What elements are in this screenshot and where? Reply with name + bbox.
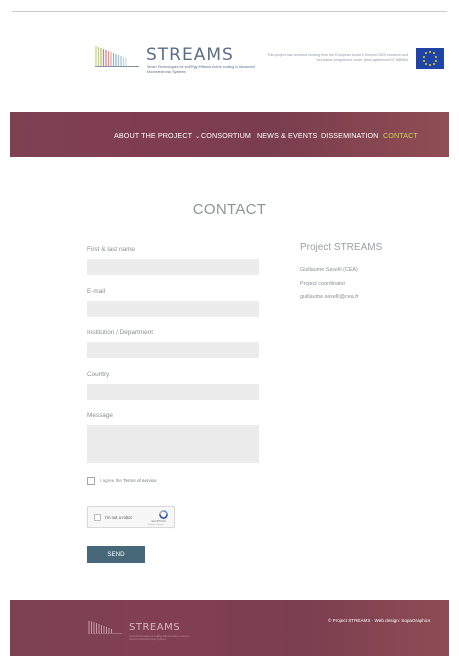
institution-field[interactable] — [87, 342, 259, 358]
recaptcha-icon — [159, 510, 168, 519]
eu-flag-icon — [416, 48, 444, 69]
logo-subtitle: Smart Technologies for enERgy Efficient … — [147, 65, 255, 74]
recaptcha-widget: I'm not a robot reCAPTCHA Privacy - Term… — [87, 506, 175, 528]
nav-item-label: ABOUT THE PROJECT — [114, 131, 193, 140]
nav-item-dissemination[interactable]: DISSEMINATION — [321, 131, 378, 140]
country-field[interactable] — [87, 384, 259, 400]
top-divider — [12, 11, 447, 12]
logo-title[interactable]: STREAMS — [146, 45, 234, 65]
chevron-down-icon[interactable]: ⌄ — [195, 134, 200, 140]
send-button[interactable]: SEND — [87, 546, 145, 563]
footer-logo-title[interactable]: STREAMS — [129, 622, 180, 633]
name-field[interactable] — [87, 259, 259, 275]
recaptcha-checkbox[interactable] — [94, 514, 101, 521]
nav-item-news-events[interactable]: NEWS & EVENTS — [257, 131, 317, 140]
recaptcha-label: I'm not a robot — [105, 515, 132, 520]
nav-item-contact[interactable]: CONTACT — [383, 131, 418, 140]
agree-text: I agree the Terms of service — [100, 478, 157, 483]
footer-logo-subtitle: Smart Technologies for enERgy Efficient … — [129, 635, 190, 642]
coordinator-role: Project coordinator — [300, 281, 346, 287]
nav-item-about[interactable]: ABOUT THE PROJECT ⌄ — [114, 131, 200, 140]
email-field[interactable] — [87, 301, 259, 317]
coordinator-name: Guillaume Savelli (CEA) — [300, 267, 358, 273]
name-label: First & last name — [87, 246, 135, 253]
footer-copyright: © Project STREAMS · Web design: SopaGrap… — [328, 618, 431, 623]
message-label: Message — [87, 412, 113, 419]
recaptcha-privacy[interactable]: Privacy - Terms — [148, 524, 163, 526]
recaptcha-brand: reCAPTCHA — [151, 520, 166, 523]
sidebar-title: Project STREAMS — [300, 242, 383, 253]
email-label: E-mail — [87, 288, 106, 295]
message-field[interactable] — [87, 425, 259, 463]
coordinator-email[interactable]: guillaume.savelli@cea.fr — [300, 294, 359, 300]
institution-label: Institution / Department — [87, 329, 154, 336]
eu-funding-text: This project has received funding from t… — [267, 53, 408, 63]
streams-logo-icon[interactable] — [95, 44, 139, 70]
main-nav: ABOUT THE PROJECT ⌄ CONSORTIUM NEWS & EVE… — [10, 112, 449, 157]
agree-prefix: I agree the — [100, 478, 124, 483]
page-title: CONTACT — [192, 201, 267, 218]
footer-logo-icon[interactable] — [88, 620, 122, 635]
footer: STREAMS Smart Technologies for enERgy Ef… — [10, 600, 449, 656]
country-label: Country — [87, 371, 110, 378]
nav-item-consortium[interactable]: CONSORTIUM — [201, 131, 251, 140]
terms-link[interactable]: Terms of service — [123, 478, 156, 483]
agree-checkbox[interactable] — [87, 477, 95, 485]
